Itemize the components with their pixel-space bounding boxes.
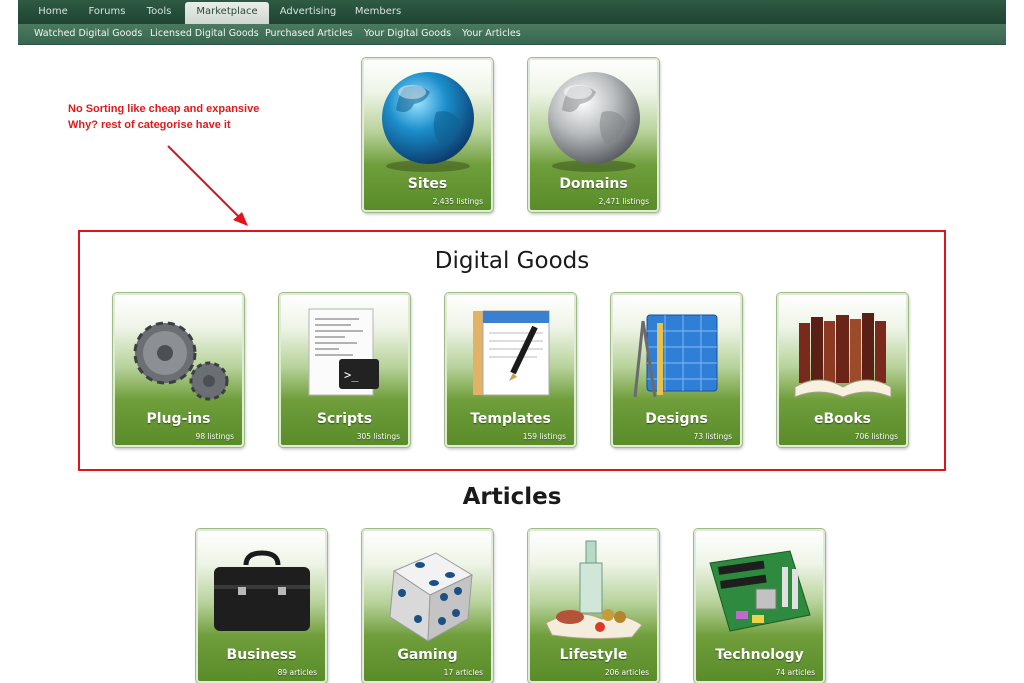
category-tile-sites[interactable]: Sites 2,435 listings <box>362 58 493 212</box>
tab-tools[interactable]: Tools <box>143 4 175 24</box>
tab-home[interactable]: Home <box>36 4 70 24</box>
subtab-licensed-digital-goods[interactable]: Licensed Digital Goods <box>150 24 259 44</box>
category-tile-designs[interactable]: Designs 73 listings <box>611 293 742 447</box>
category-name: Technology <box>715 647 804 663</box>
category-count: 98 listings <box>195 432 234 441</box>
subtab-your-digital-goods[interactable]: Your Digital Goods <box>364 24 451 44</box>
dice-icon <box>389 552 474 642</box>
annotation-arrow-icon <box>167 145 248 226</box>
category-name: Gaming <box>397 647 458 663</box>
category-name: Business <box>226 647 297 663</box>
category-count: 89 articles <box>277 668 317 677</box>
category-count: 2,435 listings <box>432 197 483 206</box>
category-name: Lifestyle <box>559 647 628 663</box>
category-tile-business[interactable]: Business 89 articles <box>196 529 327 683</box>
globe-silver-icon <box>548 72 640 172</box>
section-title-digital-goods: Digital Goods <box>434 248 590 274</box>
section-title-articles: Articles <box>462 484 562 510</box>
svg-text:>_: >_ <box>344 368 359 382</box>
briefcase-icon <box>214 550 310 631</box>
category-name: Domains <box>559 176 628 192</box>
category-tile-gaming[interactable]: Gaming 17 articles <box>362 529 493 683</box>
category-tile-plug-ins[interactable]: Plug-ins 98 listings <box>113 293 244 447</box>
nav-left-edge <box>0 0 18 45</box>
category-tile-lifestyle[interactable]: Lifestyle 206 articles <box>528 529 659 683</box>
subtab-purchased-articles[interactable]: Purchased Articles <box>265 24 353 44</box>
books-icon <box>794 313 892 398</box>
tab-members[interactable]: Members <box>354 4 402 24</box>
category-count: 305 listings <box>356 432 400 441</box>
tab-forums[interactable]: Forums <box>86 4 128 24</box>
category-name: Plug-ins <box>146 411 211 427</box>
category-name: Sites <box>407 176 448 192</box>
category-name: Designs <box>645 411 708 427</box>
category-name: Scripts <box>316 411 373 427</box>
category-count: 74 articles <box>775 668 815 677</box>
review-annotation: No Sorting like cheap and expansive Why?… <box>68 101 259 133</box>
motherboard-icon <box>709 550 811 632</box>
blueprint-compass-icon <box>633 314 718 398</box>
food-bottle-icon <box>545 540 643 640</box>
category-count: 706 listings <box>854 432 898 441</box>
category-count: 17 articles <box>443 668 483 677</box>
category-tile-scripts[interactable]: >_ Scripts 305 listings <box>279 293 410 447</box>
sub-nav: Watched Digital Goods Licensed Digital G… <box>0 24 1024 45</box>
terminal-document-icon: >_ <box>308 308 379 396</box>
category-tile-technology[interactable]: Technology 74 articles <box>694 529 825 683</box>
subtab-your-articles[interactable]: Your Articles <box>462 24 521 44</box>
category-name: eBooks <box>813 411 872 427</box>
tab-advertising[interactable]: Advertising <box>278 4 338 24</box>
subtab-watched-digital-goods[interactable]: Watched Digital Goods <box>34 24 142 44</box>
pen-document-icon <box>473 310 550 396</box>
tab-marketplace[interactable]: Marketplace <box>185 2 269 24</box>
annotation-line-2: Why? rest of categorise have it <box>68 119 231 131</box>
annotation-line-1: No Sorting like cheap and expansive <box>68 103 260 115</box>
category-count: 206 articles <box>604 668 649 677</box>
category-tile-ebooks[interactable]: eBooks 706 listings <box>777 293 908 447</box>
nav-right-edge <box>1006 0 1024 45</box>
category-tile-templates[interactable]: Templates 159 listings <box>445 293 576 447</box>
category-count: 159 listings <box>522 432 566 441</box>
category-count: 2,471 listings <box>598 197 649 206</box>
category-tile-domains[interactable]: Domains 2,471 listings <box>528 58 659 212</box>
gears-icon <box>133 321 229 401</box>
main-nav: Home Forums Tools Marketplace Advertisin… <box>0 0 1024 24</box>
globe-blue-icon <box>382 72 474 172</box>
category-name: Templates <box>470 411 551 427</box>
category-count: 73 listings <box>693 432 732 441</box>
